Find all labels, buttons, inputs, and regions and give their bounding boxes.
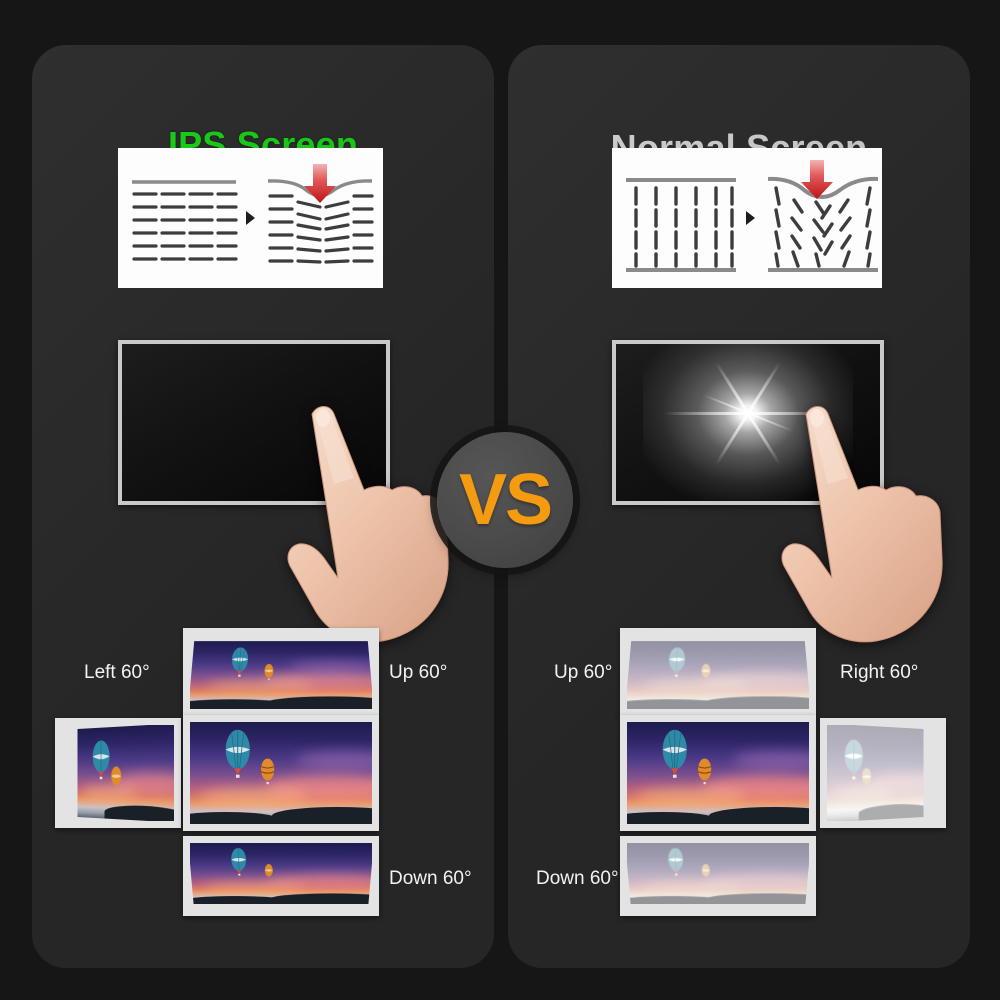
infographic-root: IPS Screen Normal Screen [0,0,1000,1000]
angle-label-down-ips: Down 60° [389,868,472,890]
angle-thumb-down-normal [620,836,816,916]
pressure-diagram-normal [612,148,882,288]
angle-thumb-down-ips [183,836,379,916]
pressure-diagram-ips [118,148,383,288]
angle-thumb-up-ips [183,628,379,716]
angle-thumb-right-normal [820,718,946,828]
pressure-arrow-icon-normal [800,158,834,200]
touch-demo-screen-ips [118,340,390,505]
angle-thumb-up-normal [620,628,816,716]
ips-crystals-before [128,148,240,288]
angle-label-left-ips: Left 60° [84,662,150,684]
touch-demo-screen-normal [612,340,884,505]
ips-before-svg [128,148,240,288]
angle-label-up-normal: Up 60° [554,662,612,684]
angle-thumb-front-normal [620,715,816,831]
angle-label-right-normal: Right 60° [840,662,918,684]
angle-thumb-left-ips [55,718,181,828]
normal-before-svg [622,148,740,288]
pressure-bloom [643,340,853,501]
versus-label: VS [459,464,551,536]
normal-crystals-before [622,148,740,288]
transition-marker-ips [246,211,255,225]
angle-label-up-ips: Up 60° [389,662,447,684]
transition-marker-normal [746,211,755,225]
pressure-arrow-icon-ips [303,162,337,204]
angle-label-down-normal: Down 60° [536,868,619,890]
versus-badge: VS [437,432,573,568]
screen-surface-ips [122,344,386,501]
angle-thumb-front-ips [183,715,379,831]
